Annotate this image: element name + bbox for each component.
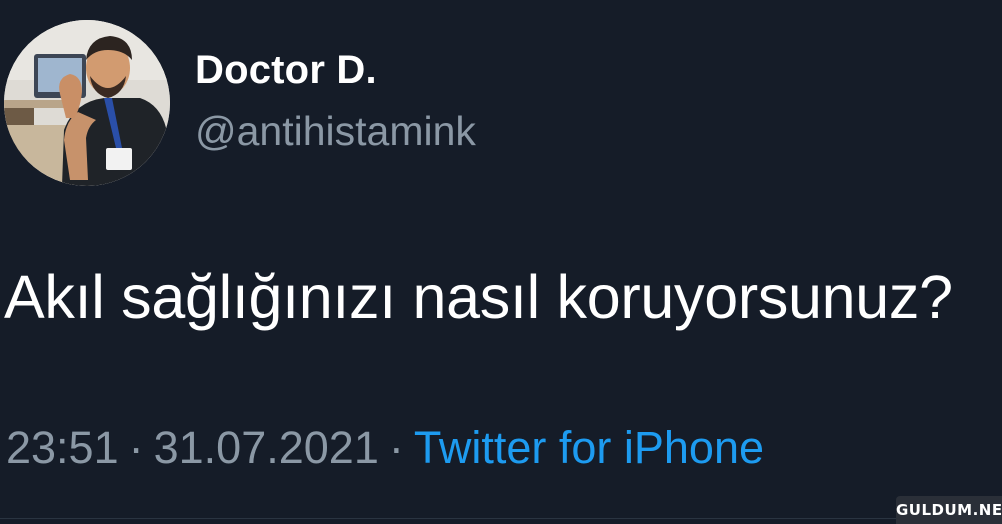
tweet-meta: 23:51 · 31.07.2021 · Twitter for iPhone bbox=[6, 422, 764, 474]
tweet-text: Akıl sağlığınızı nasıl koruyorsunuz? bbox=[4, 263, 953, 331]
tweet-time[interactable]: 23:51 bbox=[6, 422, 119, 473]
profile-photo-icon bbox=[4, 20, 170, 186]
watermark: GULDUM.NET bbox=[896, 496, 1002, 524]
divider bbox=[0, 518, 896, 519]
tweet-source-link[interactable]: Twitter for iPhone bbox=[414, 422, 764, 473]
meta-separator: · bbox=[388, 422, 404, 473]
display-name[interactable]: Doctor D. bbox=[195, 48, 377, 93]
meta-separator: · bbox=[128, 422, 144, 473]
user-handle[interactable]: @antihistamink bbox=[195, 108, 476, 155]
avatar[interactable] bbox=[4, 20, 170, 186]
tweet-date[interactable]: 31.07.2021 bbox=[154, 422, 379, 473]
